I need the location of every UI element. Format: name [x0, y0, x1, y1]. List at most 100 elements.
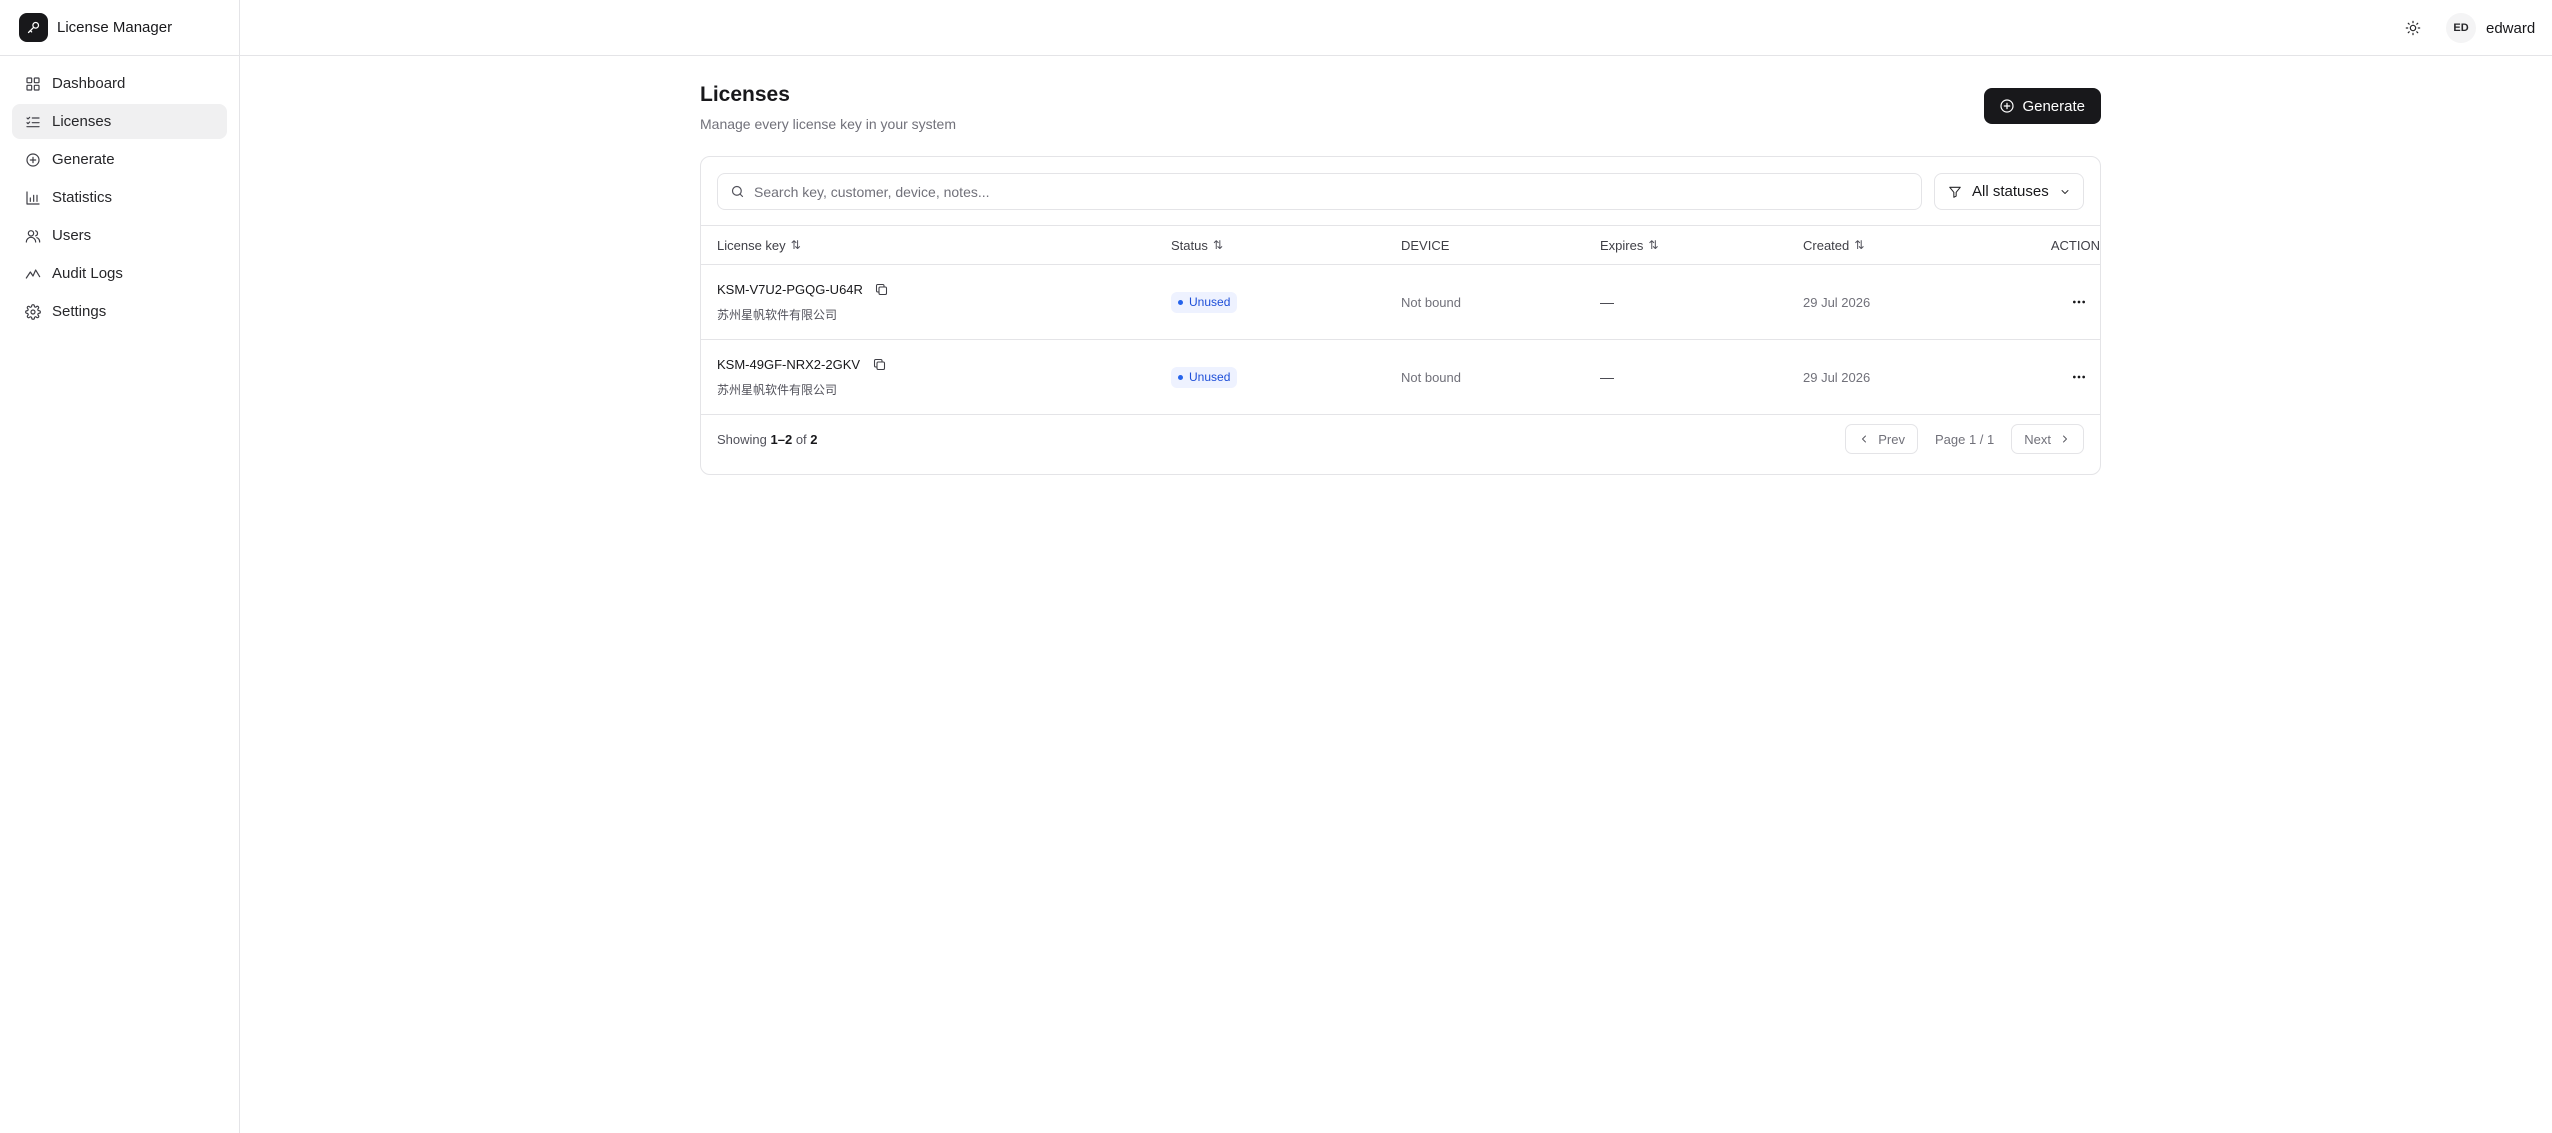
search-icon [731, 185, 744, 198]
username: edward [2486, 19, 2536, 37]
sort-icon: ⇅ [1854, 238, 1864, 252]
chevron-right-icon [2063, 435, 2067, 443]
plus-circle-icon [25, 152, 41, 168]
licenses-table: License key ⇅ Status ⇅ DEVICE Expires ⇅ … [701, 225, 2100, 415]
customer-name: 苏州星帆软件有限公司 [717, 382, 838, 397]
sidebar-item-label: Audit Logs [52, 265, 123, 282]
prev-button[interactable]: Prev [1845, 424, 1918, 454]
status-cell: Unused [1171, 291, 1401, 313]
chevron-down-icon [2061, 190, 2069, 194]
sidebar: License Manager Dashboard Licenses Gener… [0, 0, 240, 1133]
licenses-card: All statuses License key ⇅ Status ⇅ DEVI… [700, 156, 2101, 475]
status-filter-dropdown[interactable]: All statuses [1934, 173, 2084, 210]
sidebar-item-label: Users [52, 227, 92, 244]
showing-range: 1–2 [770, 431, 793, 447]
more-options-icon[interactable] [2067, 365, 2091, 389]
key-icon [19, 13, 48, 42]
brand[interactable]: License Manager [0, 0, 239, 56]
license-key-cell: KSM-49GF-NRX2-2GKV 苏州星帆软件有限公司 [701, 357, 1171, 398]
sidebar-item-label: Dashboard [52, 75, 126, 92]
prev-label: Prev [1878, 431, 1905, 447]
license-key: KSM-49GF-NRX2-2GKV [717, 357, 861, 372]
top-header: ED edward [240, 0, 2552, 56]
search-input[interactable] [754, 183, 1904, 200]
bar-chart-icon [25, 190, 41, 206]
column-header-device: DEVICE [1401, 238, 1600, 253]
column-header-label: DEVICE [1401, 237, 1450, 253]
sidebar-item-licenses[interactable]: Licenses [12, 104, 227, 139]
showing-total: 2 [810, 431, 818, 447]
pagination: Prev Page 1 / 1 Next [1845, 423, 2084, 455]
sidebar-item-label: Statistics [52, 189, 113, 206]
search-box[interactable] [717, 173, 1922, 210]
filter-icon [1949, 186, 1961, 198]
column-header-license-key[interactable]: License key ⇅ [701, 238, 1171, 253]
column-header-label: License key [717, 237, 786, 253]
column-header-created[interactable]: Created ⇅ [1803, 238, 2015, 253]
sidebar-item-generate[interactable]: Generate [12, 142, 227, 177]
plus-circle-icon [2000, 99, 2015, 113]
customer-name: 苏州星帆软件有限公司 [717, 307, 838, 322]
sidebar-item-audit-logs[interactable]: Audit Logs [12, 256, 227, 291]
sidebar-item-statistics[interactable]: Statistics [12, 180, 227, 215]
table-row[interactable]: KSM-49GF-NRX2-2GKV 苏州星帆软件有限公司 Unused Not… [701, 340, 2100, 415]
created-cell: 29 Jul 2026 [1803, 294, 1871, 310]
list-checks-icon [25, 114, 41, 130]
sidebar-item-label: Licenses [52, 113, 112, 130]
more-options-icon[interactable] [2067, 290, 2091, 314]
chevron-left-icon [1862, 435, 1867, 443]
main-content: Licenses Manage every license key in you… [700, 80, 2101, 475]
showing-of: of [795, 431, 807, 447]
license-key: KSM-V7U2-PGQG-U64R [717, 282, 863, 297]
table-footer: Showing 1–2 of 2 Prev Page 1 / 1 Next [717, 423, 2084, 455]
page-indicator: Page 1 / 1 [1934, 431, 1995, 447]
sort-icon: ⇅ [790, 238, 801, 252]
sidebar-item-label: Settings [52, 303, 107, 320]
status-badge: Unused [1171, 291, 1238, 313]
column-header-status[interactable]: Status ⇅ [1171, 238, 1401, 253]
table-toolbar: All statuses [717, 173, 2084, 210]
generate-button[interactable]: Generate [1984, 88, 2101, 124]
device-cell: Not bound [1401, 294, 1461, 310]
status-label: Unused [1189, 295, 1231, 309]
table-row[interactable]: KSM-V7U2-PGQG-U64R 苏州星帆软件有限公司 Unused Not… [701, 265, 2100, 340]
column-header-label: Status [1171, 237, 1208, 253]
expires-cell: — [1600, 369, 1614, 385]
status-dot [1178, 374, 1183, 380]
created-cell: 29 Jul 2026 [1803, 369, 1871, 385]
column-header-expires[interactable]: Expires ⇅ [1600, 238, 1803, 253]
avatar: ED [2446, 13, 2476, 43]
gear-icon [25, 303, 41, 320]
sun-icon[interactable] [2403, 18, 2423, 38]
expires-cell: — [1600, 294, 1614, 310]
copy-icon[interactable] [874, 282, 890, 298]
user-menu[interactable]: ED edward [2446, 13, 2535, 43]
next-label: Next [2024, 431, 2051, 447]
activity-icon [25, 266, 41, 282]
page-title: Licenses [700, 83, 790, 106]
next-button[interactable]: Next [2011, 424, 2084, 454]
sort-icon: ⇅ [1212, 238, 1223, 252]
action-cell [2015, 365, 2100, 389]
sidebar-item-dashboard[interactable]: Dashboard [12, 66, 227, 101]
sidebar-nav: Dashboard Licenses Generate Statistics U… [0, 56, 239, 342]
column-header-label: Created [1803, 237, 1850, 253]
status-dot [1178, 299, 1183, 305]
status-label: Unused [1189, 370, 1231, 384]
column-header-label: Expires [1600, 237, 1644, 253]
showing-prefix: Showing [717, 431, 767, 447]
copy-icon[interactable] [871, 357, 887, 373]
sidebar-item-users[interactable]: Users [12, 218, 227, 253]
license-key-cell: KSM-V7U2-PGQG-U64R 苏州星帆软件有限公司 [701, 282, 1171, 323]
sidebar-item-label: Generate [52, 151, 115, 168]
device-cell: Not bound [1401, 369, 1461, 385]
action-cell [2015, 290, 2100, 314]
status-badge: Unused [1171, 366, 1238, 388]
column-header-action: ACTION [2015, 238, 2100, 253]
sidebar-item-settings[interactable]: Settings [12, 294, 227, 329]
status-filter-label: All statuses [1972, 183, 2049, 200]
app-name: License Manager [57, 19, 173, 36]
table-header: License key ⇅ Status ⇅ DEVICE Expires ⇅ … [701, 225, 2100, 265]
users-icon [25, 228, 41, 244]
sort-icon: ⇅ [1648, 238, 1658, 252]
